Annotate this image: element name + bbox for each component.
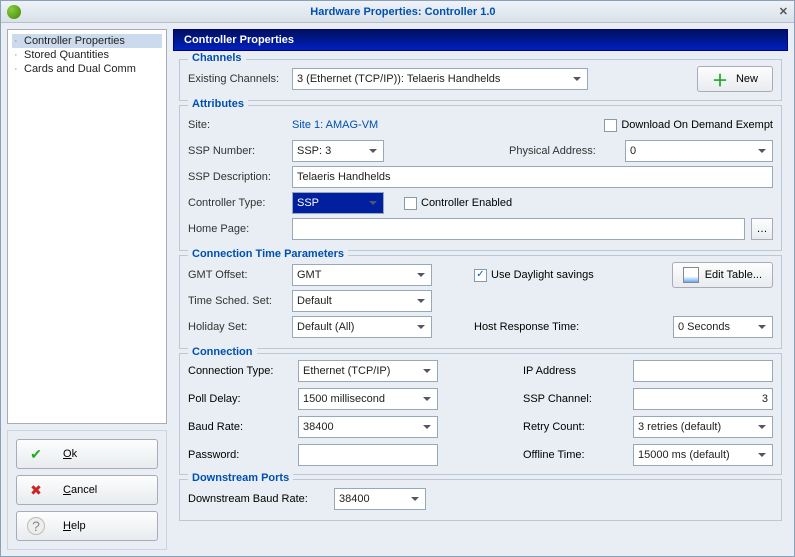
existing-channels-select[interactable]: 3 (Ethernet (TCP/IP)): Telaeris Handheld… <box>292 68 588 90</box>
baud-rate-select[interactable]: 38400 <box>298 416 438 438</box>
existing-channels-label: Existing Channels: <box>188 73 286 85</box>
offline-time-select[interactable]: 15000 ms (default) <box>633 444 773 466</box>
controller-type-select[interactable]: SSP <box>292 192 384 214</box>
downstream-legend: Downstream Ports <box>188 472 293 484</box>
daylight-savings-checkbox[interactable]: ✓ Use Daylight savings <box>474 269 594 282</box>
content: Channels Existing Channels: 3 (Ethernet … <box>173 51 788 550</box>
downstream-baud-select[interactable]: 38400 <box>334 488 426 510</box>
physical-address-label: Physical Address: <box>509 145 619 157</box>
page-header: Controller Properties <box>173 29 788 51</box>
gmt-offset-select[interactable]: GMT <box>292 264 432 286</box>
titlebar: Hardware Properties: Controller 1.0 ✕ <box>1 1 794 23</box>
holiday-select[interactable]: Default (All) <box>292 316 432 338</box>
ip-address-input[interactable] <box>633 360 773 382</box>
ssp-description-label: SSP Description: <box>188 171 286 183</box>
help-icon: ? <box>27 517 45 535</box>
daylight-label: Use Daylight savings <box>491 269 594 281</box>
home-page-browse-button[interactable]: … <box>751 218 773 240</box>
tree-item-cards-dual-comm[interactable]: Cards and Dual Comm <box>12 62 162 76</box>
connection-time-fieldset: Connection Time Parameters GMT Offset: G… <box>179 255 782 349</box>
ok-label: OOkk <box>63 448 147 460</box>
password-label: Password: <box>188 449 288 461</box>
ok-button[interactable]: ✔ OOkk <box>16 439 158 469</box>
download-exempt-label: Download On Demand Exempt <box>621 119 773 131</box>
plus-icon: ＋ <box>712 67 728 91</box>
nav-tree: Controller Properties Stored Quantities … <box>7 29 167 424</box>
ssp-channel-label: SSP Channel: <box>523 393 623 405</box>
password-input[interactable] <box>298 444 438 466</box>
right-column: Controller Properties Channels Existing … <box>173 29 788 550</box>
help-label: Help <box>63 520 147 532</box>
time-sched-label: Time Sched. Set: <box>188 295 286 307</box>
ip-address-label: IP Address <box>523 365 623 377</box>
ssp-number-label: SSP Number: <box>188 145 286 157</box>
downstream-baud-label: Downstream Baud Rate: <box>188 493 328 505</box>
connection-type-select[interactable]: Ethernet (TCP/IP) <box>298 360 438 382</box>
body: Controller Properties Stored Quantities … <box>1 23 794 556</box>
tree-item-stored-quantities[interactable]: Stored Quantities <box>12 48 162 62</box>
edit-table-label: Edit Table... <box>705 269 762 281</box>
window-title: Hardware Properties: Controller 1.0 <box>27 6 779 18</box>
check-icon: ✔ <box>27 445 45 463</box>
cancel-icon: ✖ <box>27 481 45 499</box>
gmt-offset-label: GMT Offset: <box>188 269 286 281</box>
edit-table-button[interactable]: Edit Table... <box>672 262 773 288</box>
connection-fieldset: Connection Connection Type: Ethernet (TC… <box>179 353 782 475</box>
checkbox-box-icon <box>604 119 617 132</box>
tree-item-controller-properties[interactable]: Controller Properties <box>12 34 162 48</box>
time-sched-select[interactable]: Default <box>292 290 432 312</box>
physical-address-select[interactable]: 0 <box>625 140 773 162</box>
site-value: Site 1: AMAG-VM <box>292 119 378 131</box>
poll-delay-label: Poll Delay: <box>188 393 288 405</box>
attributes-fieldset: Attributes Site: Site 1: AMAG-VM Downloa… <box>179 105 782 251</box>
checkbox-box-icon <box>404 197 417 210</box>
help-button[interactable]: ? Help <box>16 511 158 541</box>
offline-time-label: Offline Time: <box>523 449 623 461</box>
controller-enabled-label: Controller Enabled <box>421 197 512 209</box>
home-page-input[interactable] <box>292 218 745 240</box>
retry-count-label: Retry Count: <box>523 421 623 433</box>
conn-time-legend: Connection Time Parameters <box>188 248 348 260</box>
connection-type-label: Connection Type: <box>188 365 288 377</box>
retry-count-select[interactable]: 3 retries (default) <box>633 416 773 438</box>
channels-fieldset: Channels Existing Channels: 3 (Ethernet … <box>179 59 782 101</box>
downstream-fieldset: Downstream Ports Downstream Baud Rate: 3… <box>179 479 782 521</box>
download-exempt-checkbox[interactable]: Download On Demand Exempt <box>604 119 773 132</box>
ssp-description-input[interactable] <box>292 166 773 188</box>
cancel-label: Cancel <box>63 484 147 496</box>
app-icon <box>7 5 21 19</box>
home-page-label: Home Page: <box>188 223 286 235</box>
attributes-legend: Attributes <box>188 98 248 110</box>
ssp-number-select[interactable]: SSP: 3 <box>292 140 384 162</box>
left-column: Controller Properties Stored Quantities … <box>7 29 167 550</box>
controller-type-label: Controller Type: <box>188 197 286 209</box>
poll-delay-select[interactable]: 1500 millisecond <box>298 388 438 410</box>
checkbox-box-icon: ✓ <box>474 269 487 282</box>
baud-rate-label: Baud Rate: <box>188 421 288 433</box>
host-response-select[interactable]: 0 Seconds <box>673 316 773 338</box>
new-label: New <box>736 73 758 85</box>
connection-legend: Connection <box>188 346 257 358</box>
calendar-icon <box>683 267 699 283</box>
ssp-channel-input[interactable] <box>633 388 773 410</box>
channels-legend: Channels <box>188 52 246 64</box>
hardware-properties-window: Hardware Properties: Controller 1.0 ✕ Co… <box>0 0 795 557</box>
controller-enabled-checkbox[interactable]: Controller Enabled <box>404 197 512 210</box>
action-buttons-panel: ✔ OOkk ✖ Cancel ? Help <box>7 430 167 550</box>
holiday-label: Holiday Set: <box>188 321 286 333</box>
new-channel-button[interactable]: ＋ New <box>697 66 773 92</box>
close-icon[interactable]: ✕ <box>779 5 788 18</box>
site-label: Site: <box>188 119 286 131</box>
cancel-button[interactable]: ✖ Cancel <box>16 475 158 505</box>
host-response-label: Host Response Time: <box>474 321 594 333</box>
